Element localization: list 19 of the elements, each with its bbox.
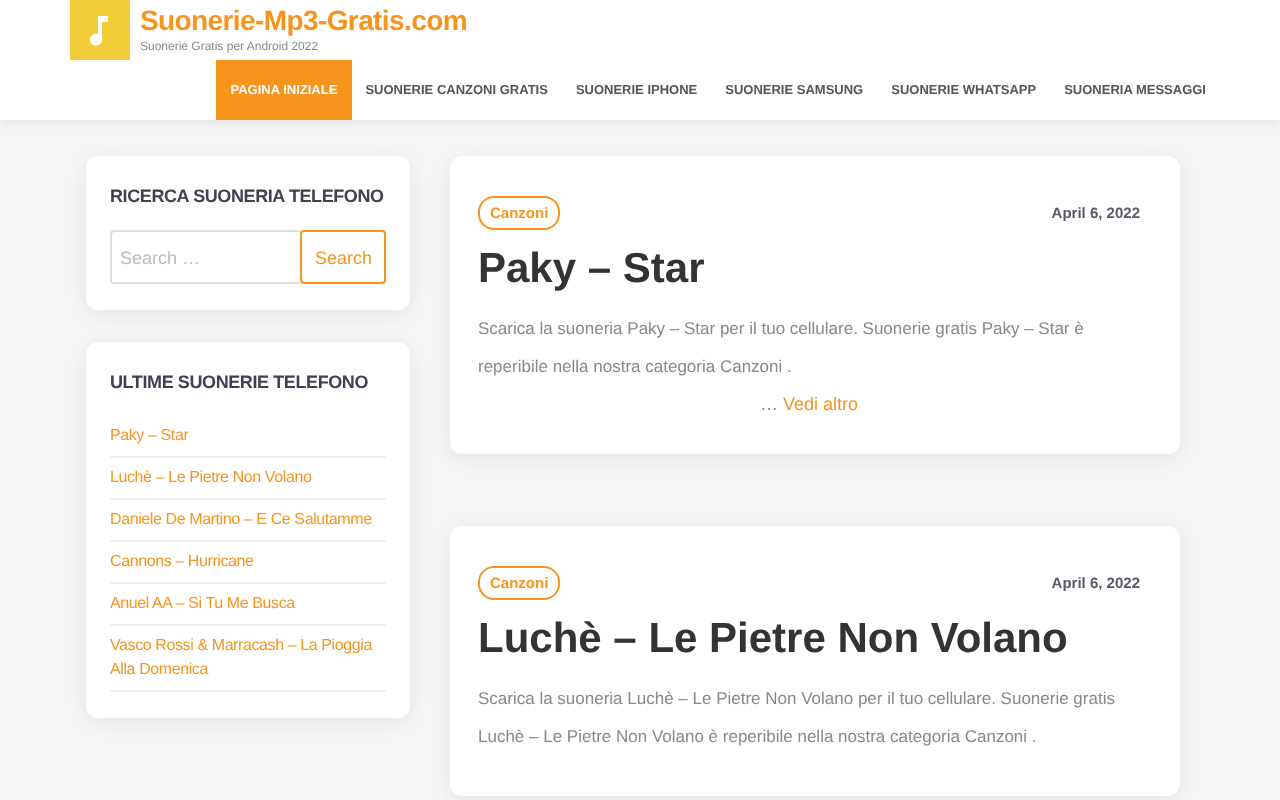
read-more-link[interactable]: Vedi altro (782, 394, 859, 414)
search-field[interactable]: Search … (110, 230, 301, 284)
recent-post-link[interactable]: Anuel AA – Si Tu Me Busca (110, 584, 386, 626)
logo-tile[interactable] (70, 0, 130, 60)
search-button[interactable]: Search (300, 230, 386, 284)
post-title[interactable]: Luchè – Le Pietre Non Volano (478, 616, 1140, 664)
post-excerpt: Scarica la suoneria Paky – Star per il tuo cellulare. Suonerie gratis Paky – Star è reperibile nella nostra categoria Canzoni . (478, 316, 1086, 380)
post-title[interactable]: Paky – Star (478, 246, 1140, 294)
widget-title: RICERCA SUONERIA TELEFONO (110, 184, 386, 210)
site-title[interactable]: Suonerie-Mp3-Gratis.com (140, 4, 467, 36)
recent-post-link[interactable]: Daniele De Martino – E Ce Salutamme (110, 500, 386, 542)
recent-post-link[interactable]: Paky – Star (110, 416, 386, 458)
recent-post-link[interactable]: Luchè – Le Pietre Non Volano (110, 458, 386, 500)
music-note-icon (88, 14, 112, 46)
recent-post-link[interactable]: Cannons – Hurricane (110, 542, 386, 584)
post-excerpt: Scarica la suoneria Luchè – Le Pietre Non Volano per il tuo cellulare. Suonerie gratis Luchè – Le Pietre Non Volano è reperibile nella nostra categoria Canzoni . (478, 686, 1117, 750)
ellipsis: … (759, 394, 778, 414)
recent-post-link[interactable]: Vasco Rossi & Marracash – La Pioggia Alla Domenica (110, 626, 386, 692)
widget-title: ULTIME SUONERIE TELEFONO (110, 370, 371, 396)
